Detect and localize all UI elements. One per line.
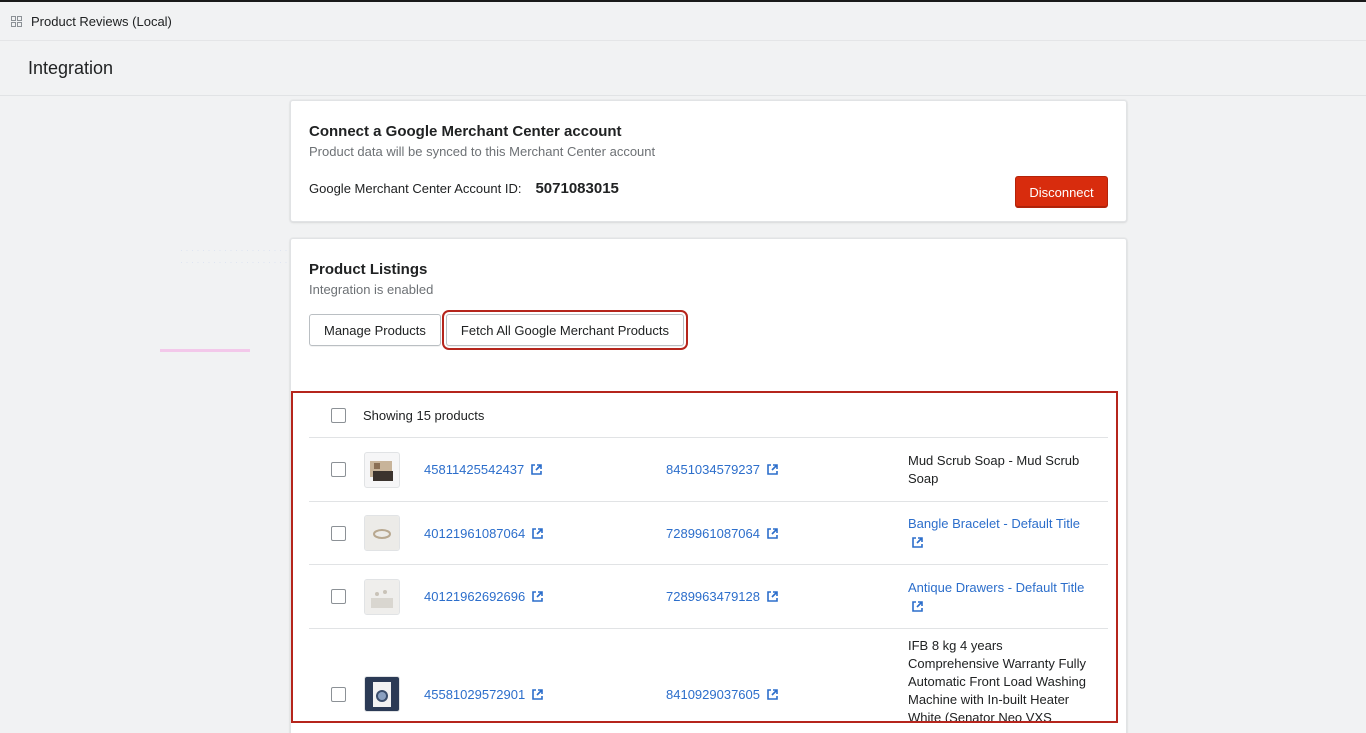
main-content: Connect a Google Merchant Center account… [290,100,1127,733]
variant-id-link[interactable]: 7289961087064 [666,526,778,541]
account-id-value: 5071083015 [535,180,619,197]
external-link-icon [912,537,923,548]
row-checkbox[interactable] [331,686,346,702]
variant-id-link[interactable]: 8451034579237 [666,462,778,477]
external-link-icon [532,688,544,700]
listings-status: Integration is enabled [309,282,434,297]
external-link-icon [532,591,544,602]
table-row[interactable]: 45811425542437 8451034579237 Mud Scrub S… [309,438,1108,502]
external-link-icon [767,464,778,475]
variant-id-link[interactable]: 8410929037605 [666,687,778,702]
connect-title: Connect a Google Merchant Center account [309,123,622,140]
account-row: Google Merchant Center Account ID: 50710… [309,180,1108,197]
ghost-artifact [160,349,250,352]
variant-id-link[interactable]: 7289963479128 [666,589,778,604]
select-all-checkbox[interactable] [331,407,346,423]
connect-card: Connect a Google Merchant Center account… [290,100,1127,222]
page-title: Integration [28,57,114,78]
table-row[interactable]: 40121962692696 7289963479128 Antique Dra… [309,565,1108,629]
external-link-icon [532,527,544,539]
product-thumbnail [364,676,400,712]
listings-actions: Manage Products Fetch All Google Merchan… [309,310,1108,350]
external-link-icon [531,464,543,475]
account-id-label: Google Merchant Center Account ID: [309,181,522,196]
disconnect-button[interactable]: Disconnect [1015,176,1108,208]
app-bar: Product Reviews (Local) [0,2,1366,41]
product-thumbnail [364,515,400,551]
external-link-icon [767,527,778,539]
app-grid-icon [10,15,22,27]
listings-title: Product Listings [309,261,428,278]
product-list: Showing 15 products 45811425542437 84510… [291,391,1118,723]
product-id-link[interactable]: 40121962692696 [424,589,544,604]
fetch-merchant-products-button[interactable]: Fetch All Google Merchant Products [441,310,689,350]
manage-products-button[interactable]: Manage Products [309,314,441,346]
product-title-link[interactable]: Antique Drawers - Default Title [908,579,1088,615]
product-title: IFB 8 kg 4 years Comprehensive Warranty … [908,638,1086,723]
product-thumbnail [364,578,400,615]
product-title-link[interactable]: Bangle Bracelet - Default Title [908,515,1088,551]
row-checkbox[interactable] [331,462,346,477]
connect-subtitle: Product data will be synced to this Merc… [309,144,656,159]
table-row[interactable]: 45581029572901 8410929037605 IFB 8 kg 4 … [309,629,1108,723]
external-link-icon [767,591,778,602]
listings-card: Product Listings Integration is enabled … [290,238,1127,733]
row-checkbox[interactable] [331,589,346,604]
table-row[interactable]: 40121961087064 7289961087064 Bangle Brac… [309,502,1108,565]
showing-count: Showing 15 products [363,407,485,423]
product-id-link[interactable]: 45811425542437 [424,462,543,477]
product-title: Mud Scrub Soap - Mud Scrub Soap [908,452,1080,486]
external-link-icon [912,600,923,612]
page-header: Integration [0,41,1366,96]
external-link-icon [767,688,778,700]
row-checkbox[interactable] [331,525,346,541]
product-id-link[interactable]: 45581029572901 [424,687,544,702]
product-id-link[interactable]: 40121961087064 [424,526,544,541]
list-header: Showing 15 products [309,393,1108,438]
app-title: Product Reviews (Local) [31,13,172,29]
product-thumbnail [364,451,400,488]
